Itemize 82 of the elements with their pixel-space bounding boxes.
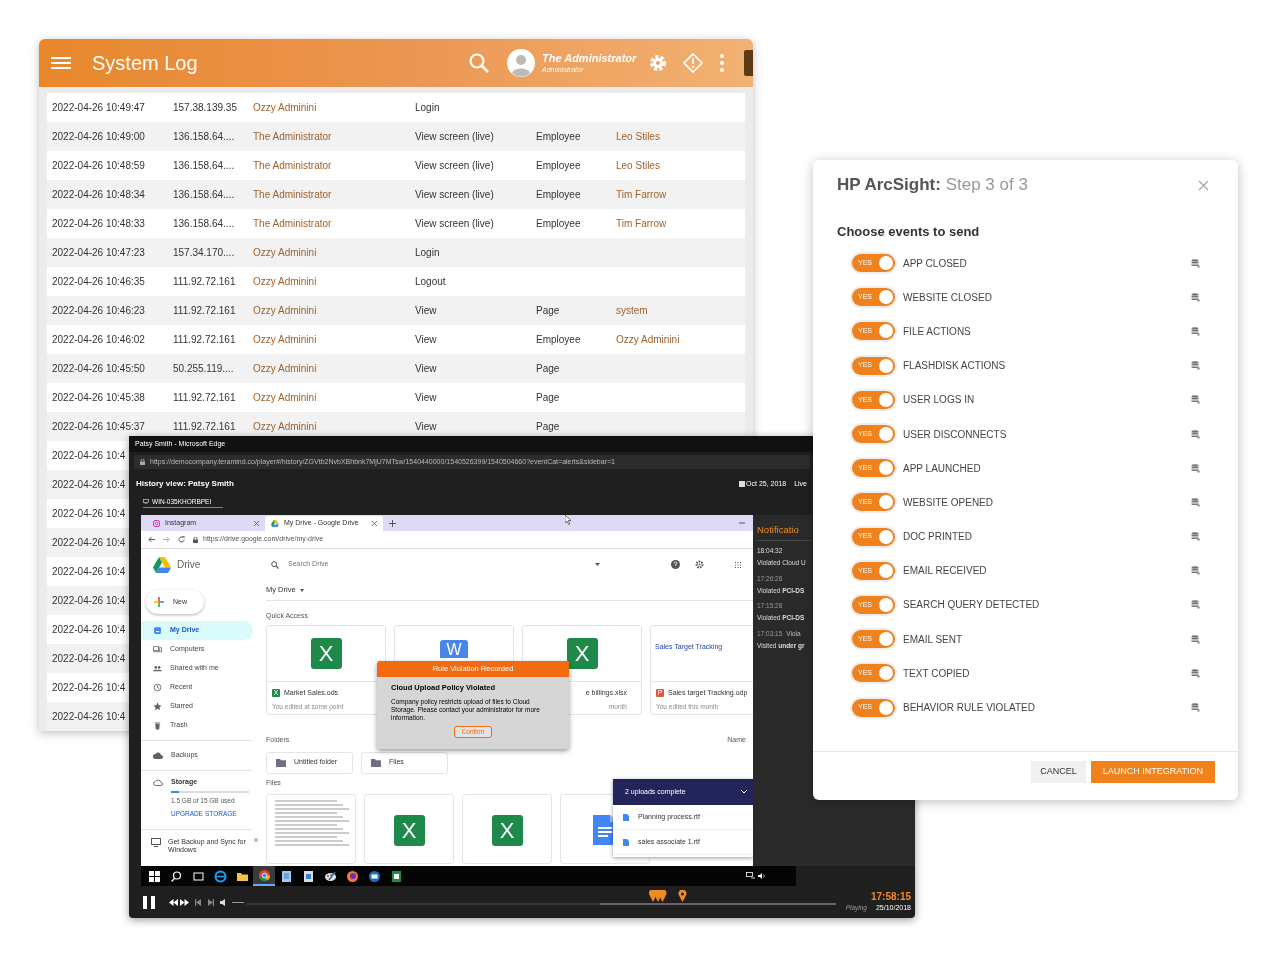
timestamp: 2022-04-26 10:46:35 [52, 276, 145, 287]
event-label: APP CLOSED [903, 256, 968, 271]
object-type: Employee [536, 189, 581, 200]
action-text: View screen (live) [415, 160, 494, 171]
timestamp: 2022-04-26 10:4 [52, 479, 126, 490]
ip-address: 136.158.64.... [173, 160, 235, 171]
timestamp: 2022-04-26 10:4 [52, 595, 126, 606]
event-label: WEBSITE OPENED [903, 495, 994, 510]
ip-address: 136.158.64.... [173, 189, 235, 200]
action-text: View [415, 392, 437, 403]
spreadsheet-icon: X [566, 638, 598, 669]
object-type: Employee [536, 334, 581, 345]
ip-address: 111.92.72.161 [173, 276, 236, 287]
event-label: SEARCH QUERY DETECTED [903, 598, 1041, 613]
spreadsheet-icon: X [393, 814, 425, 846]
ip-address: 136.158.64.... [173, 218, 235, 229]
event-label: EMAIL SENT [903, 632, 964, 647]
timestamp: 2022-04-26 10:4 [52, 653, 126, 664]
timestamp: 2022-04-26 10:49:00 [52, 131, 145, 142]
object-type: Employee [536, 218, 581, 229]
app-name: Drive [177, 558, 201, 572]
dialog-title: HP ArcSight: Step 3 of 3 [837, 174, 1029, 197]
playback-time: 17:58:15 [870, 890, 911, 903]
action-text: View screen (live) [415, 218, 494, 229]
event-label: DOC PRINTED [903, 530, 973, 545]
timestamp: 2022-04-26 10:4 [52, 624, 126, 635]
action-text: View [415, 363, 437, 374]
section-title: Choose events to send [837, 224, 981, 240]
action-text: View [415, 305, 437, 316]
object-type: Employee [536, 160, 581, 171]
ip-address: 157.34.170.... [173, 247, 235, 258]
action-text: View screen (live) [415, 131, 494, 142]
timestamp: 2022-04-26 10:48:33 [52, 218, 145, 229]
timestamp: 2022-04-26 10:46:02 [52, 334, 145, 345]
object-type: Page [536, 363, 560, 374]
object-type: Employee [536, 131, 581, 142]
notifications-title: Notificatio [757, 523, 799, 537]
action-text: Logout [415, 276, 446, 287]
ip-address: 136.158.64.... [173, 131, 235, 142]
event-label: TEXT COPIED [903, 666, 971, 681]
ip-address: 111.92.72.161 [173, 334, 236, 345]
action-text: View screen (live) [415, 189, 494, 200]
timestamp: 2022-04-26 10:45:38 [52, 392, 145, 403]
user-name: The Administrator [542, 51, 638, 66]
event-label: BEHAVIOR RULE VIOLATED [903, 701, 1036, 716]
timestamp: 2022-04-26 10:4 [52, 508, 126, 519]
action-text: Login [415, 247, 440, 258]
timestamp: 2022-04-26 10:45:50 [52, 363, 145, 374]
object-type: Page [536, 305, 560, 316]
timestamp: 2022-04-26 10:48:34 [52, 189, 145, 200]
ip-address: 111.92.72.161 [173, 421, 236, 432]
timestamp: 2022-04-26 10:46:23 [52, 305, 145, 316]
ip-address: 50.255.119.... [173, 363, 234, 374]
ip-address: 157.38.139.35 [173, 102, 237, 113]
event-label: APP LAUNCHED [903, 461, 982, 476]
action-text: Login [415, 102, 440, 113]
ip-address: 111.92.72.161 [173, 305, 236, 316]
page-title: System Log [92, 51, 198, 76]
event-label: FILE ACTIONS [903, 324, 972, 339]
timestamp: 2022-04-26 10:48:59 [52, 160, 145, 171]
timestamp: 2022-04-26 10:45:37 [52, 421, 145, 432]
timestamp: 2022-04-26 10:49:47 [52, 102, 145, 113]
event-label: EMAIL RECEIVED [903, 564, 988, 579]
event-label: WEBSITE CLOSED [903, 290, 993, 305]
spreadsheet-icon: X [310, 638, 342, 669]
timestamp: 2022-04-26 10:47:23 [52, 247, 145, 258]
timestamp: 2022-04-26 10:4 [52, 711, 126, 722]
object-type: Page [536, 421, 560, 432]
event-label: USER LOGS IN [903, 393, 976, 408]
action-text: View [415, 421, 437, 432]
timestamp: 2022-04-26 10:4 [52, 450, 126, 461]
event-label: FLASHDISK ACTIONS [903, 359, 1007, 374]
document-icon: W [440, 640, 468, 658]
action-text: View [415, 334, 437, 345]
history-heading: History view: Patsy Smith [136, 478, 235, 490]
timestamp: 2022-04-26 10:4 [52, 566, 126, 577]
object-type: Page [536, 392, 560, 403]
timestamp: 2022-04-26 10:4 [52, 537, 126, 548]
ip-address: 111.92.72.161 [173, 392, 236, 403]
event-label: USER DISCONNECTS [903, 427, 1008, 442]
spreadsheet-icon: X [491, 814, 523, 846]
timestamp: 2022-04-26 10:4 [52, 682, 126, 693]
